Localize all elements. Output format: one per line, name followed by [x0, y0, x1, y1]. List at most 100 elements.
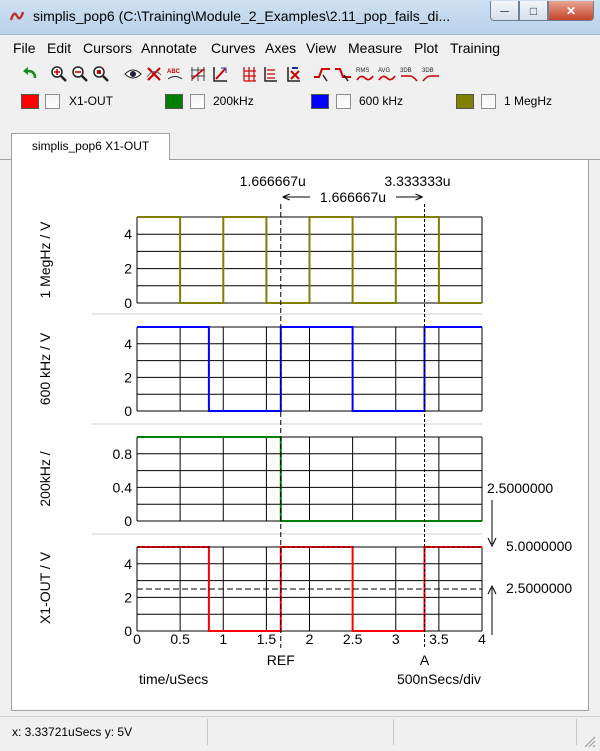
tab-simplis-pop6[interactable]: simplis_pop6 X1-OUT: [11, 133, 170, 160]
ref-cursor-value: 1.666667u: [240, 173, 306, 189]
right-measure-2: 5.0000000: [506, 538, 572, 554]
x-tick-label: 4: [478, 631, 486, 647]
x-div-label: 500nSecs/div: [397, 671, 481, 687]
x-tick-label: 3: [392, 631, 400, 647]
axis-icon[interactable]: [211, 65, 229, 83]
undo-icon[interactable]: [21, 65, 39, 83]
x-tick-label: 3.5: [429, 631, 449, 647]
3db-high-icon[interactable]: 3DB: [422, 65, 440, 83]
y-tick-label: 4: [124, 336, 132, 352]
y-tick-label: 0: [124, 403, 132, 419]
legend-checkbox-200khz[interactable]: [190, 94, 205, 109]
legend-label-x1-out: X1-OUT: [69, 94, 114, 108]
y-axis-label-1: 1 MegHz / V: [37, 221, 53, 299]
menu-training[interactable]: Training: [450, 40, 500, 56]
legend-label-200khz: 200kHz: [213, 94, 254, 108]
zoom-fit-icon[interactable]: [92, 65, 110, 83]
rms-label: RMS: [356, 68, 369, 74]
y-tick-label: 2: [124, 589, 132, 605]
minimize-icon: ─: [500, 3, 509, 18]
x-axis-label: time/uSecs: [139, 671, 208, 687]
y-axis-label-3: 200kHz /: [37, 451, 53, 506]
graph-tab-strip: simplis_pop6 X1-OUT: [0, 127, 600, 160]
window-title: simplis_pop6 (C:\Training\Module_2_Examp…: [33, 8, 451, 24]
x-tick-label: 1: [219, 631, 227, 647]
legend-swatch-1meghz[interactable]: [456, 94, 474, 109]
menu-view[interactable]: View: [306, 40, 336, 56]
menu-measure[interactable]: Measure: [348, 40, 402, 56]
y-tick-label: 0.4: [113, 479, 133, 495]
grid-icon[interactable]: [189, 65, 207, 83]
x-tick-label: 2: [306, 631, 314, 647]
menu-plot[interactable]: Plot: [414, 40, 438, 56]
legend-swatch-600khz[interactable]: [311, 94, 329, 109]
legend-checkbox-1meghz[interactable]: [481, 94, 496, 109]
eye-icon[interactable]: [124, 65, 142, 83]
zoom-in-icon[interactable]: [50, 65, 68, 83]
3db-low-icon[interactable]: 3DB: [400, 65, 418, 83]
grid-panel-3: [136, 436, 483, 522]
y-tick-label: 2: [124, 261, 132, 277]
close-button[interactable]: ✕: [548, 1, 594, 21]
legend-swatch-200khz[interactable]: [165, 94, 183, 109]
menu-edit[interactable]: Edit: [47, 40, 71, 56]
y-tick-label: 2: [124, 369, 132, 385]
minimize-button[interactable]: ─: [490, 1, 519, 21]
ref-cursor-label: REF: [267, 652, 295, 668]
rms-icon[interactable]: RMS: [356, 65, 374, 83]
legend-swatch-x1-out[interactable]: [21, 94, 39, 109]
legend-checkbox-x1-out[interactable]: [45, 94, 60, 109]
legend-label-1meghz: 1 MegHz: [504, 94, 553, 108]
y-tick-label: 0: [124, 513, 132, 529]
menu-cursors[interactable]: Cursors: [83, 40, 132, 56]
status-bar: x: 3.33721uSecs y: 5V: [0, 716, 600, 751]
menu-bar: File Edit Cursors Annotate Curves Axes V…: [0, 35, 600, 61]
avg-icon[interactable]: AVG: [378, 65, 396, 83]
cursor-delta-value: 1.666667u: [320, 189, 386, 205]
a-cursor-label: A: [420, 652, 430, 668]
y-axis-label-2: 600 kHz / V: [37, 332, 53, 405]
curve-1-meghz: [137, 216, 482, 304]
3db-high-label: 3DB: [422, 68, 434, 74]
y-axis-label-4: X1-OUT / V: [37, 551, 53, 624]
menu-file[interactable]: File: [13, 40, 36, 56]
waveform-graph[interactable]: 4 2 0 1 MegHz / V 4 2 0 600 kHz / V 0.8 0.4 0 200kH…: [12, 160, 588, 710]
y-tick-label: 4: [124, 226, 132, 242]
x-tick-label: 2.5: [343, 631, 363, 647]
cursor-readout: x: 3.33721uSecs y: 5V: [12, 725, 133, 739]
cursor-rise-icon[interactable]: [313, 65, 331, 83]
3db-low-label: 3DB: [400, 68, 412, 74]
cursor-fall-icon[interactable]: [334, 65, 352, 83]
label-icon[interactable]: ABC: [166, 65, 184, 83]
new-axis-icon[interactable]: [261, 65, 279, 83]
grid-panel-2: [136, 326, 483, 412]
y-tick-label: 0.8: [113, 446, 133, 462]
delete-curve-icon[interactable]: [145, 65, 163, 83]
close-icon: ✕: [565, 3, 577, 18]
menu-axes[interactable]: Axes: [265, 40, 296, 56]
right-measure-1: 2.5000000: [487, 480, 553, 496]
svg-text:ABC: ABC: [167, 69, 181, 75]
graph-window[interactable]: 4 2 0 1 MegHz / V 4 2 0 600 kHz / V 0.8 0.4 0 200kH…: [11, 160, 589, 711]
legend-checkbox-600khz[interactable]: [336, 94, 351, 109]
menu-curves[interactable]: Curves: [211, 40, 255, 56]
simplis-app-icon[interactable]: [9, 8, 25, 24]
y-tick-label: 0: [124, 623, 132, 639]
a-cursor-value: 3.333333u: [384, 173, 450, 189]
toolbar: ABC RMS AVG 3DB 3DB: [0, 62, 600, 86]
y-tick-label: 0: [124, 295, 132, 311]
zoom-out-icon[interactable]: [71, 65, 89, 83]
x-tick-label: 0: [133, 631, 141, 647]
legend-label-600khz: 600 kHz: [359, 94, 404, 108]
menu-annotate[interactable]: Annotate: [141, 40, 197, 56]
delete-axis-icon[interactable]: [284, 65, 302, 83]
right-measure-3: 2.5000000: [506, 580, 572, 596]
avg-label: AVG: [378, 68, 391, 74]
resize-grip-icon[interactable]: [584, 736, 596, 748]
title-bar: simplis_pop6 (C:\Training\Module_2_Examp…: [0, 0, 600, 35]
maximize-icon: □: [529, 3, 538, 18]
maximize-button[interactable]: □: [519, 1, 548, 21]
move-axis-icon[interactable]: [240, 65, 258, 83]
x-tick-label: 0.5: [170, 631, 190, 647]
curve-legend-bar: X1-OUT 200kHz 600 kHz 1 MegHz: [0, 86, 600, 118]
